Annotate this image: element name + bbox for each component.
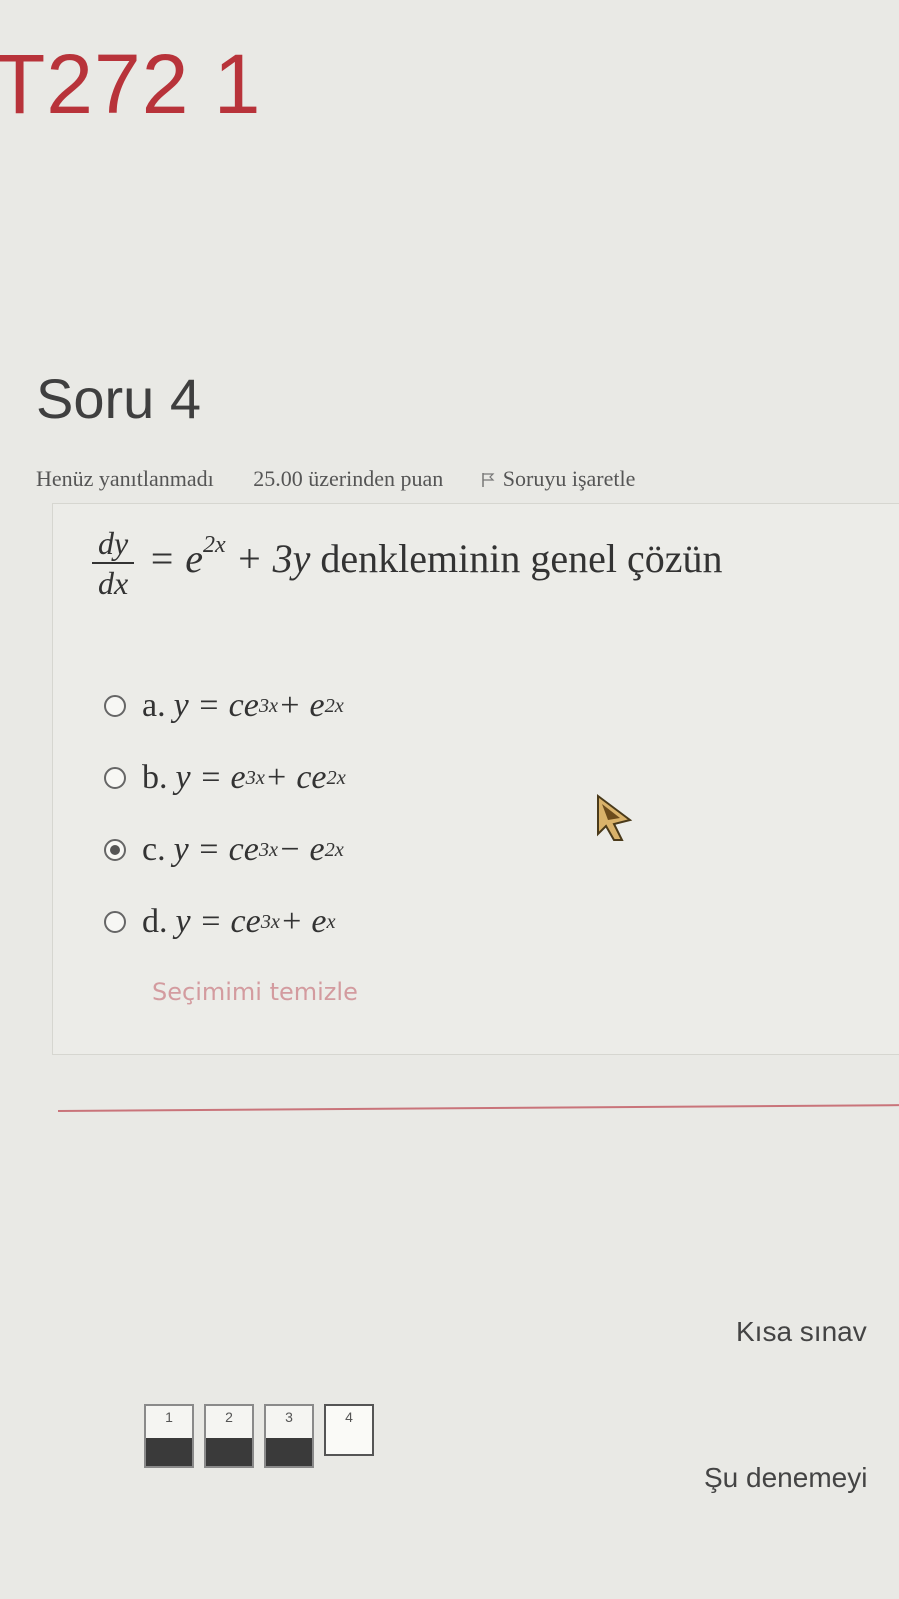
option-exponent: 3x	[245, 766, 265, 789]
nav-question-4[interactable]: 4	[324, 1404, 374, 1456]
option-math-base: y = ce	[175, 903, 261, 940]
option-math-base: y = ce	[173, 687, 259, 724]
flag-icon	[482, 473, 495, 487]
question-state: Henüz yanıtlanmadı	[36, 466, 214, 491]
question-info: Henüz yanıtlanmadı 25.00 üzerinden puan …	[36, 466, 635, 492]
option-c[interactable]: c. y = ce 3x − e 2x	[104, 814, 346, 886]
option-letter: c.	[142, 831, 166, 868]
pointer-cursor-icon	[597, 794, 633, 841]
equation-exponent: 2x	[202, 531, 226, 558]
flag-question-label: Soruyu işaretle	[502, 466, 636, 491]
option-exponent: 3x	[258, 694, 279, 717]
question-grade: 25.00 üzerinden puan	[253, 466, 444, 491]
option-exponent: 2x	[324, 694, 344, 717]
answer-options: a. y = ce 3x + e 2x b. y = e 3x + ce 2x c. y…	[104, 670, 346, 958]
question-stem-text: denkleminin genel çözün	[310, 536, 723, 582]
nav-question-number: 2	[225, 1409, 233, 1425]
option-exponent: 3x	[260, 910, 280, 933]
option-math-mid: + e	[278, 687, 325, 724]
option-letter: a.	[142, 687, 166, 724]
option-math-base: y = e	[175, 759, 246, 796]
option-letter: d.	[142, 903, 168, 940]
option-math-mid: + e	[279, 903, 327, 940]
derivative-fraction: dy dx	[92, 524, 135, 602]
nav-question-number: 3	[285, 1409, 293, 1425]
nav-question-number: 4	[345, 1409, 353, 1425]
nav-question-number: 1	[165, 1409, 173, 1425]
question-heading: Soru 4	[36, 367, 201, 430]
flag-question-link[interactable]: Soruyu işaretle	[481, 466, 636, 492]
option-letter: b.	[142, 759, 168, 796]
option-exponent: 2x	[326, 766, 346, 789]
finish-attempt-link[interactable]: Şu denemeyi	[704, 1462, 867, 1494]
nav-question-3[interactable]: 3	[264, 1404, 314, 1468]
option-math-mid: − e	[278, 831, 325, 868]
page-title: T272 1	[0, 37, 262, 131]
radio-icon[interactable]	[104, 767, 126, 789]
question-text: dy dx = e2x + 3y denkleminin genel çözün	[92, 524, 722, 602]
option-math-mid: + ce	[264, 759, 327, 796]
quiz-navigation-heading: Kısa sınav	[736, 1316, 867, 1347]
fraction-numerator: dy	[92, 524, 135, 564]
section-divider	[57, 1104, 899, 1112]
fraction-denominator: dx	[98, 565, 129, 601]
option-exponent: x	[326, 910, 336, 933]
clear-choice-link[interactable]: Seçimimi temizle	[152, 978, 358, 1006]
option-exponent: 3x	[258, 838, 279, 861]
nav-question-2[interactable]: 2	[204, 1404, 254, 1468]
option-b[interactable]: b. y = e 3x + ce 2x	[104, 742, 346, 814]
quiz-navigation-buttons: 1 2 3 4	[144, 1404, 374, 1468]
radio-icon[interactable]	[104, 695, 126, 717]
option-d[interactable]: d. y = ce 3x + ex	[104, 886, 346, 958]
nav-question-1[interactable]: 1	[144, 1404, 194, 1468]
radio-icon[interactable]	[104, 911, 126, 933]
radio-icon[interactable]	[104, 839, 126, 861]
equation-rhs-end: + 3y	[225, 536, 311, 582]
option-math-base: y = ce	[173, 831, 259, 868]
option-a[interactable]: a. y = ce 3x + e 2x	[104, 670, 346, 742]
equation-rhs-start: = e	[148, 536, 203, 582]
option-exponent: 2x	[324, 838, 344, 861]
